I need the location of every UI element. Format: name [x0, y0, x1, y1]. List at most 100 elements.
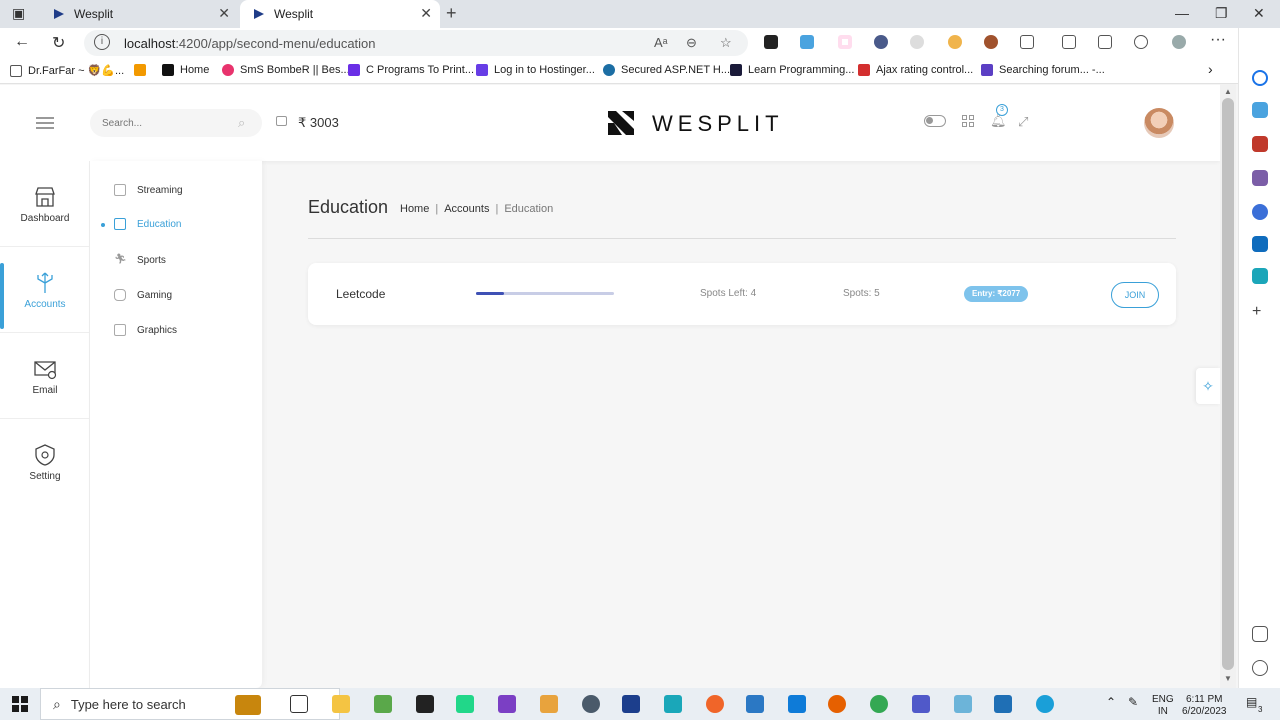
collections-icon[interactable] [1098, 35, 1112, 49]
bookmark-item[interactable]: Searching forum... -... [981, 64, 1105, 76]
sidebar-item-email[interactable]: Email [0, 333, 90, 419]
clock[interactable]: 6:11 PM 6/20/2023 [1182, 694, 1227, 718]
microsoft-365-icon[interactable] [1252, 204, 1268, 220]
theme-toggle[interactable] [924, 115, 946, 127]
extension-icon[interactable] [874, 35, 888, 49]
user-avatar[interactable] [1144, 108, 1174, 138]
tools-icon[interactable] [1252, 136, 1268, 152]
breadcrumb-accounts[interactable]: Accounts [444, 203, 489, 215]
page-scrollbar[interactable]: ▲ ▼ [1220, 84, 1236, 688]
bookmark-item[interactable]: Learn Programming... [730, 64, 854, 76]
sidebar-layout-icon[interactable] [1252, 626, 1268, 642]
bookmark-item[interactable]: Home [162, 64, 209, 76]
app-icon[interactable] [664, 695, 682, 713]
sidebar-item-setting[interactable]: Setting [0, 419, 90, 505]
bookmarks-overflow-chevron-icon[interactable]: › [1208, 61, 1213, 77]
firefox-icon[interactable] [828, 695, 846, 713]
favorites-icon[interactable] [1062, 35, 1076, 49]
submenu-item-graphics[interactable]: Graphics [114, 324, 177, 336]
url-field[interactable]: i localhost:4200/app/second-menu/educati… [84, 30, 748, 56]
close-tab-icon[interactable]: ✕ [420, 5, 432, 22]
scroll-down-icon[interactable]: ▼ [1224, 674, 1232, 683]
app-icon[interactable] [954, 695, 972, 713]
fullscreen-icon[interactable]: ⤢ [1018, 114, 1028, 130]
tab-actions-icon[interactable]: ▣ [12, 5, 25, 22]
search-icon[interactable]: ⌕ [238, 115, 245, 131]
favorite-star-icon[interactable]: ☆ [720, 35, 732, 51]
search-icon[interactable] [1252, 70, 1268, 86]
menu-toggle-icon[interactable] [36, 117, 54, 129]
extension-record-icon[interactable] [838, 35, 852, 49]
edge-icon[interactable] [1036, 695, 1054, 713]
read-aloud-icon[interactable]: Aᵃ [654, 35, 668, 50]
submenu-item-sports[interactable]: 🏃︎ Sports [114, 254, 166, 266]
bookmark-item[interactable]: Dr.FarFar ~ 🦁💪... [10, 64, 124, 77]
add-icon[interactable]: + [1252, 304, 1268, 320]
pycharm-icon[interactable] [456, 695, 474, 713]
extensions-puzzle-icon[interactable] [1020, 35, 1034, 49]
language-indicator[interactable]: ENG IN [1152, 694, 1174, 718]
webstorm-icon[interactable] [416, 695, 434, 713]
teams-icon[interactable] [912, 695, 930, 713]
breadcrumb-home[interactable]: Home [400, 203, 429, 215]
app-icon[interactable] [540, 695, 558, 713]
search-input[interactable] [90, 109, 262, 137]
extension-cookie-icon[interactable] [984, 35, 998, 49]
drop-icon[interactable] [1252, 268, 1268, 284]
tray-chevron-icon[interactable]: ⌃ [1106, 696, 1116, 708]
sidebar-item-dashboard[interactable]: Dashboard [0, 161, 90, 247]
profile-icon[interactable] [1172, 35, 1186, 49]
bookmark-label: Home [180, 64, 210, 76]
app-icon[interactable] [746, 695, 764, 713]
site-info-icon[interactable]: i [94, 34, 110, 50]
chrome-icon[interactable] [870, 695, 888, 713]
extension-n-icon[interactable] [764, 35, 778, 49]
games-icon[interactable] [1252, 170, 1268, 186]
outlook-icon[interactable] [1252, 236, 1268, 252]
close-window-icon[interactable]: ✕ [1253, 5, 1265, 22]
extension-cookie-icon[interactable] [948, 35, 962, 49]
new-tab-icon[interactable]: + [446, 3, 457, 24]
apps-grid-icon[interactable] [962, 115, 974, 127]
bookmark-item[interactable]: Secured ASP.NET H... [603, 64, 730, 76]
browser-tab[interactable]: Wesplit ✕ [40, 0, 238, 28]
extension-icon[interactable] [800, 35, 814, 49]
more-menu-icon[interactable]: ··· [1210, 31, 1226, 49]
shopping-tag-icon[interactable] [1252, 102, 1268, 118]
vscode-icon[interactable] [788, 695, 806, 713]
task-view-icon[interactable] [290, 695, 308, 713]
app-icon[interactable] [374, 695, 392, 713]
pen-icon[interactable]: ✎ [1128, 696, 1138, 708]
customizer-wand-icon[interactable]: ✧ [1196, 368, 1220, 404]
postman-icon[interactable] [706, 695, 724, 713]
submenu-item-gaming[interactable]: Gaming [114, 289, 172, 301]
settings-gear-icon[interactable] [1252, 660, 1268, 676]
bookmark-item[interactable]: Log in to Hostinger... [476, 64, 595, 76]
minimize-icon[interactable]: — [1175, 5, 1189, 21]
file-explorer-icon[interactable] [332, 695, 350, 713]
maximize-icon[interactable]: ❐ [1215, 5, 1228, 22]
windows-start-icon[interactable] [12, 696, 28, 712]
bookmark-item[interactable]: C Programs To Print... [348, 64, 474, 76]
sql-server-icon[interactable] [622, 695, 640, 713]
join-button[interactable]: JOIN [1111, 282, 1159, 308]
zoom-icon[interactable]: ⊖ [686, 35, 697, 51]
bookmark-item[interactable]: SmS BombeR || Bes... [222, 64, 350, 76]
submenu-item-streaming[interactable]: Streaming [114, 184, 183, 196]
bookmark-item[interactable] [134, 64, 152, 76]
bookmark-item[interactable]: Ajax rating control... [858, 64, 973, 76]
back-icon[interactable]: ← [14, 33, 30, 51]
browser-essentials-icon[interactable] [1134, 35, 1148, 49]
notification-center-icon[interactable]: ▤ [1246, 696, 1257, 708]
extension-icon[interactable] [910, 35, 924, 49]
submenu-item-education[interactable]: Education [114, 218, 181, 230]
app-icon[interactable] [582, 695, 600, 713]
browser-tab-active[interactable]: Wesplit ✕ [240, 0, 440, 28]
scrollbar-thumb[interactable] [1222, 98, 1234, 670]
scroll-up-icon[interactable]: ▲ [1224, 87, 1232, 96]
close-tab-icon[interactable]: ✕ [218, 5, 230, 22]
sidebar-item-accounts[interactable]: Accounts [0, 247, 90, 333]
refresh-icon[interactable]: ↻ [52, 33, 65, 53]
photos-icon[interactable] [994, 695, 1012, 713]
visual-studio-icon[interactable] [498, 695, 516, 713]
